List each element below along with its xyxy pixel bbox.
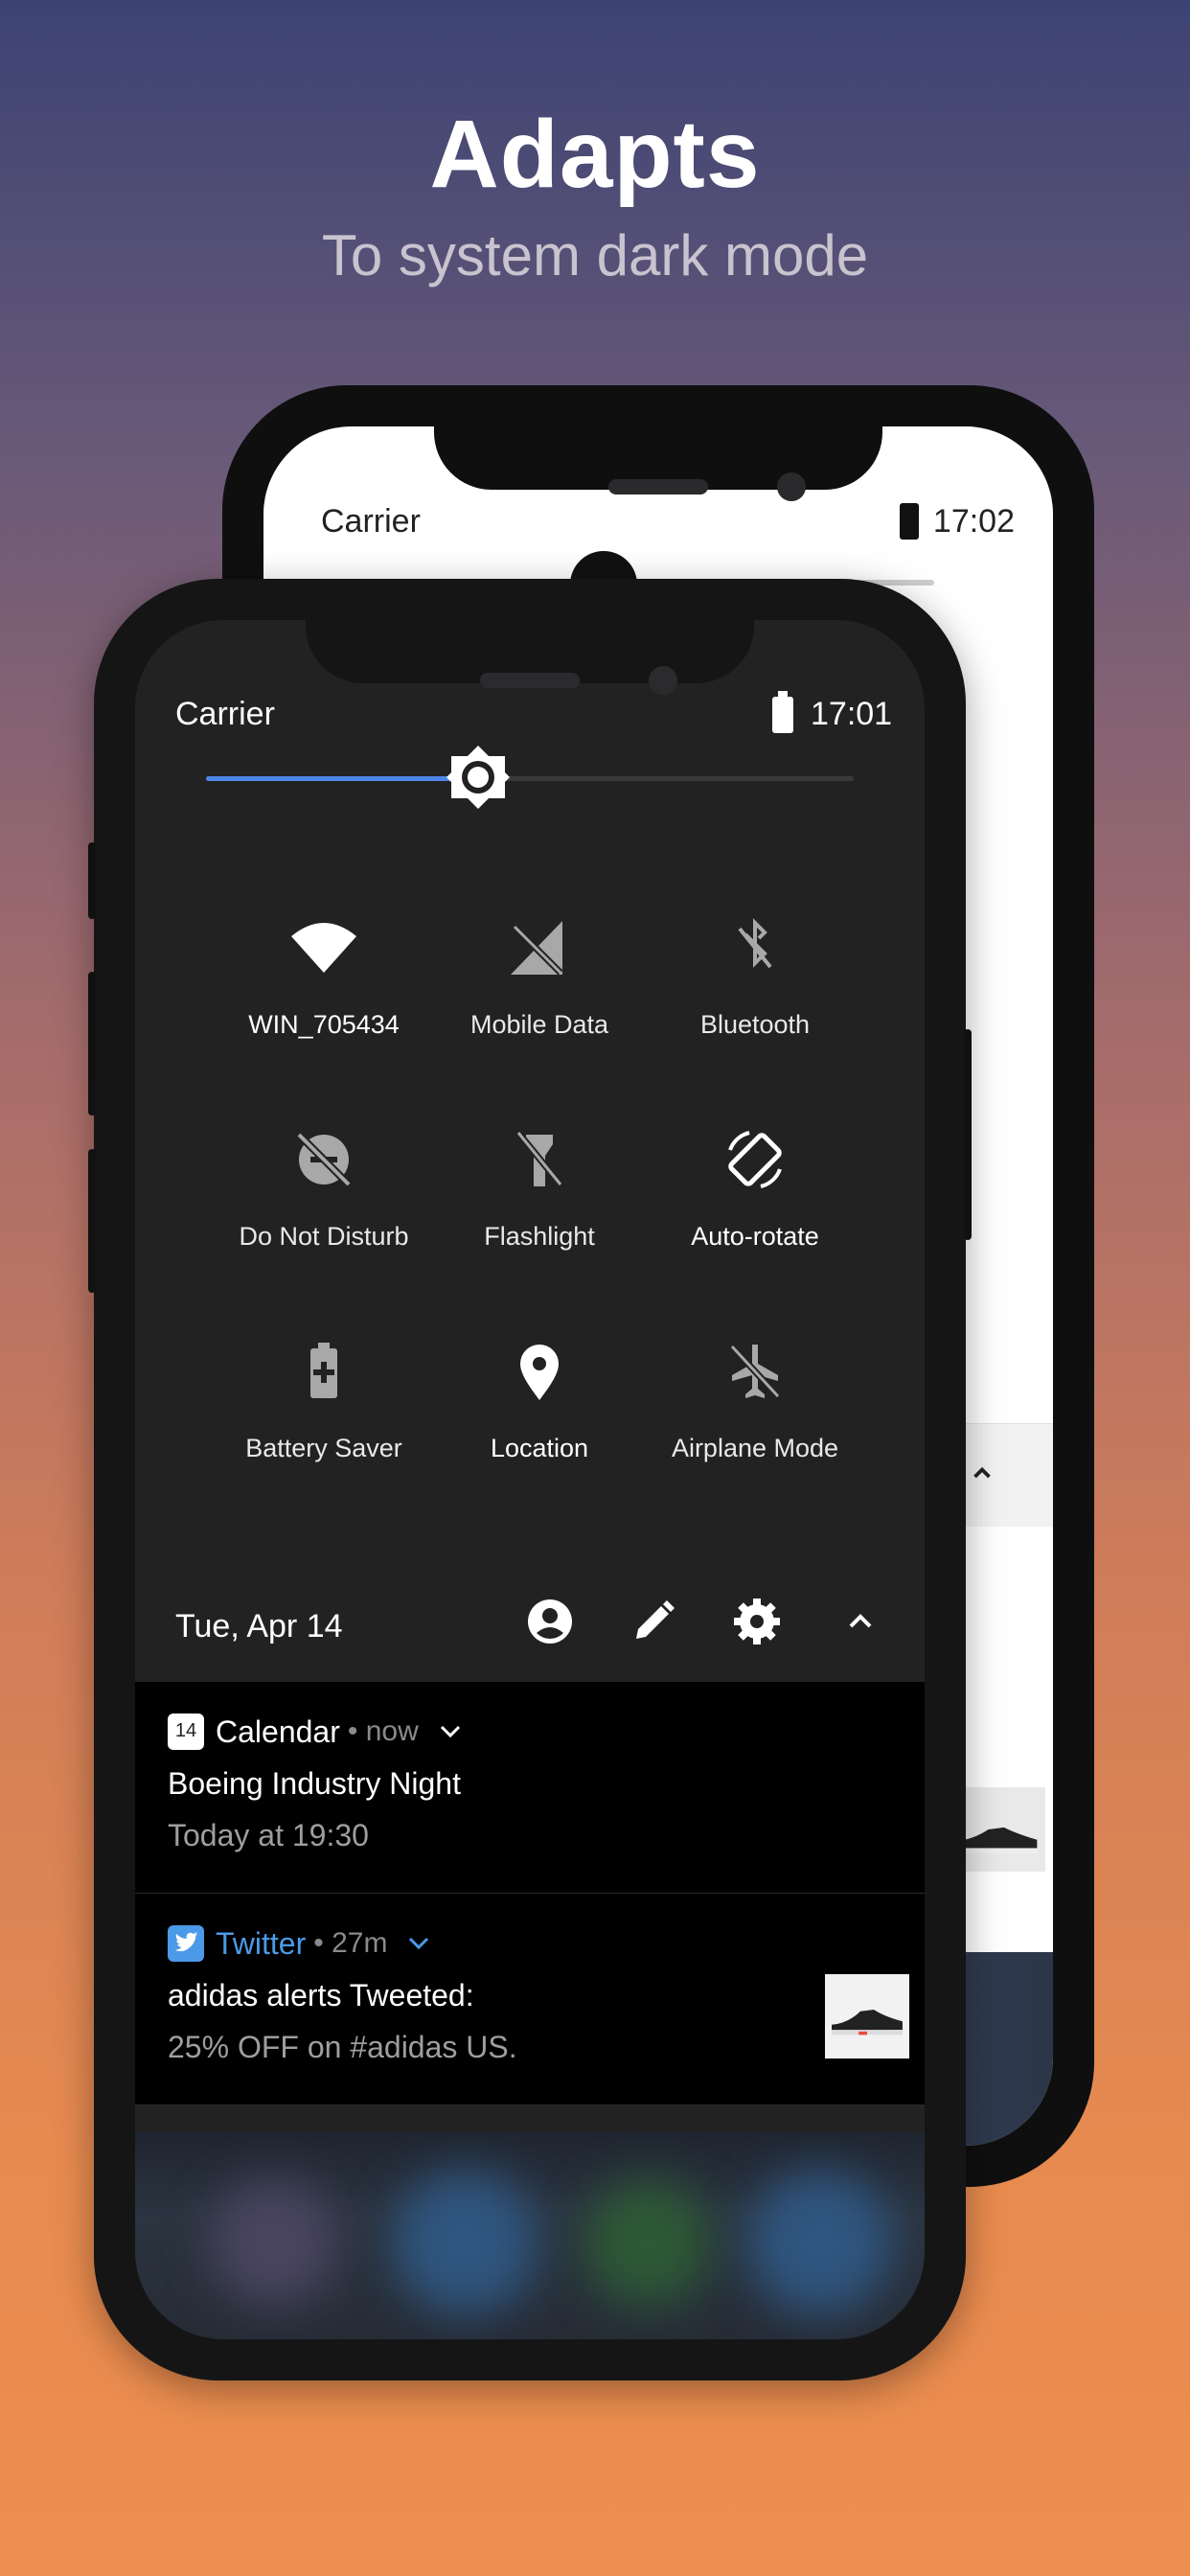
notification-thumbnail	[825, 1974, 909, 2058]
date-label: Tue, Apr 14	[175, 1608, 343, 1644]
auto-rotate-icon	[728, 1131, 782, 1188]
volume-down-button	[88, 1149, 96, 1293]
tile-label: Flashlight	[484, 1222, 595, 1251]
wallpaper-blur	[135, 2132, 925, 2339]
notification-title: Boeing Industry Night	[168, 1766, 461, 1801]
tile-label: Bluetooth	[699, 1010, 811, 1039]
tile-bluetooth[interactable]: Bluetooth	[648, 909, 862, 1040]
blurred-app-icon	[748, 2171, 892, 2314]
calendar-icon-date: 14	[174, 1720, 197, 1741]
wifi-icon	[291, 923, 356, 973]
flashlight-off-icon	[515, 1130, 563, 1187]
tile-label: Location	[490, 1434, 589, 1462]
calendar-icon: 14	[168, 1714, 204, 1750]
back-collapse-icon	[973, 1466, 991, 1479]
expand-chevron-icon[interactable]	[404, 1934, 433, 1953]
expand-chevron-icon[interactable]	[436, 1722, 465, 1741]
tile-wifi[interactable]: WIN_705434	[217, 909, 431, 1040]
tile-battery-saver[interactable]: Battery Saver	[217, 1333, 431, 1463]
tile-label: Do Not Disturb	[239, 1222, 409, 1251]
tile-do-not-disturb[interactable]: Do Not Disturb	[217, 1121, 431, 1252]
do-not-disturb-off-icon	[296, 1132, 352, 1187]
tile-auto-rotate[interactable]: Auto-rotate	[648, 1121, 862, 1252]
back-carrier: Carrier	[321, 503, 421, 540]
twitter-icon	[168, 1925, 204, 1962]
status-time: 17:01	[811, 696, 893, 732]
back-battery-icon	[900, 503, 919, 540]
notification-time: • 27m	[313, 1927, 388, 1959]
headline: Adapts	[429, 101, 761, 208]
notification-calendar[interactable]: 14 Calendar • now Boeing Industry Night …	[135, 1682, 925, 1893]
notification-body: 25% OFF on #adidas US.	[168, 2030, 517, 2064]
brightness-icon[interactable]	[445, 744, 512, 811]
carrier-label: Carrier	[175, 696, 275, 732]
divider	[135, 2104, 925, 2105]
battery-saver-icon	[310, 1343, 337, 1398]
back-camera	[777, 472, 806, 501]
side-button	[88, 842, 96, 919]
location-icon	[520, 1345, 559, 1400]
speaker	[480, 673, 580, 688]
notification-title: adidas alerts Tweeted:	[168, 1978, 474, 2012]
notification-header: Twitter • 27m	[168, 1924, 433, 1963]
notification-body: Today at 19:30	[168, 1818, 369, 1852]
bluetooth-off-icon	[738, 918, 772, 969]
notification-twitter[interactable]: Twitter • 27m adidas alerts Tweeted: 25%…	[135, 1894, 925, 2104]
tile-location[interactable]: Location	[432, 1333, 647, 1463]
collapse-icon[interactable]	[832, 1593, 889, 1650]
front-phone-dark: Carrier 17:01 WIN_705434 Mobile Data Blu…	[88, 579, 972, 2380]
edit-icon[interactable]	[625, 1593, 682, 1650]
battery-icon	[772, 691, 793, 733]
notification-time: • now	[347, 1715, 419, 1747]
tile-label: WIN_705434	[248, 1010, 400, 1039]
blurred-app-icon	[585, 2180, 710, 2305]
tile-label: Airplane Mode	[671, 1434, 839, 1462]
screen: Carrier 17:01 WIN_705434 Mobile Data Blu…	[135, 620, 925, 2339]
notification-header: 14 Calendar • now	[168, 1713, 465, 1751]
brightness-slider-fill	[206, 776, 478, 781]
camera	[649, 666, 677, 695]
volume-up-button	[88, 972, 96, 1116]
back-speaker	[608, 479, 708, 494]
tile-label: Mobile Data	[469, 1010, 609, 1039]
sneaker-icon	[832, 2009, 903, 2036]
account-icon[interactable]	[521, 1593, 579, 1650]
tile-airplane-mode[interactable]: Airplane Mode	[648, 1333, 862, 1463]
subheadline: To system dark mode	[321, 223, 869, 288]
blurred-app-icon	[394, 2171, 538, 2314]
app-name: Calendar	[216, 1714, 340, 1749]
tile-label: Auto-rotate	[691, 1222, 819, 1251]
tile-flashlight[interactable]: Flashlight	[432, 1121, 647, 1252]
power-button	[964, 1029, 972, 1240]
back-time: 17:02	[932, 503, 1015, 540]
settings-icon[interactable]	[728, 1593, 786, 1650]
airplane-off-icon	[729, 1344, 781, 1399]
tile-label: Battery Saver	[245, 1434, 402, 1462]
app-name: Twitter	[216, 1925, 307, 1961]
tile-mobile-data[interactable]: Mobile Data	[432, 909, 647, 1040]
mobile-data-off-icon	[511, 921, 563, 976]
blurred-app-icon	[212, 2180, 336, 2305]
